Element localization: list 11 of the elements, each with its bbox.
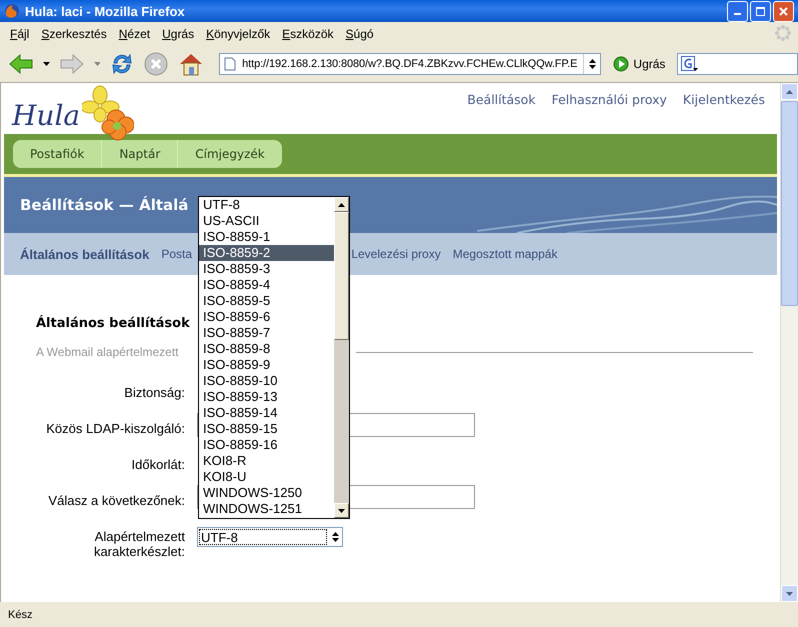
page-title: Beállítások — Általá bbox=[20, 196, 188, 214]
field-label: Alapértelmezett karakterkészlet: bbox=[92, 528, 186, 559]
section-subtitle: A Webmail alapértelmezett bbox=[36, 345, 179, 359]
window-title: Hula: laci - Mozilla Firefox bbox=[25, 4, 186, 18]
field-label: Válasz a következőnek: bbox=[47, 492, 186, 508]
logo-text: Hula bbox=[12, 99, 80, 132]
section-title: Általános beállítások bbox=[36, 316, 190, 331]
status-text: Kész bbox=[7, 608, 34, 622]
field-label: Biztonság: bbox=[123, 384, 186, 400]
field-label: Időkorlát: bbox=[130, 456, 186, 472]
field-label: Közös LDAP-kiszolgáló: bbox=[45, 420, 186, 436]
